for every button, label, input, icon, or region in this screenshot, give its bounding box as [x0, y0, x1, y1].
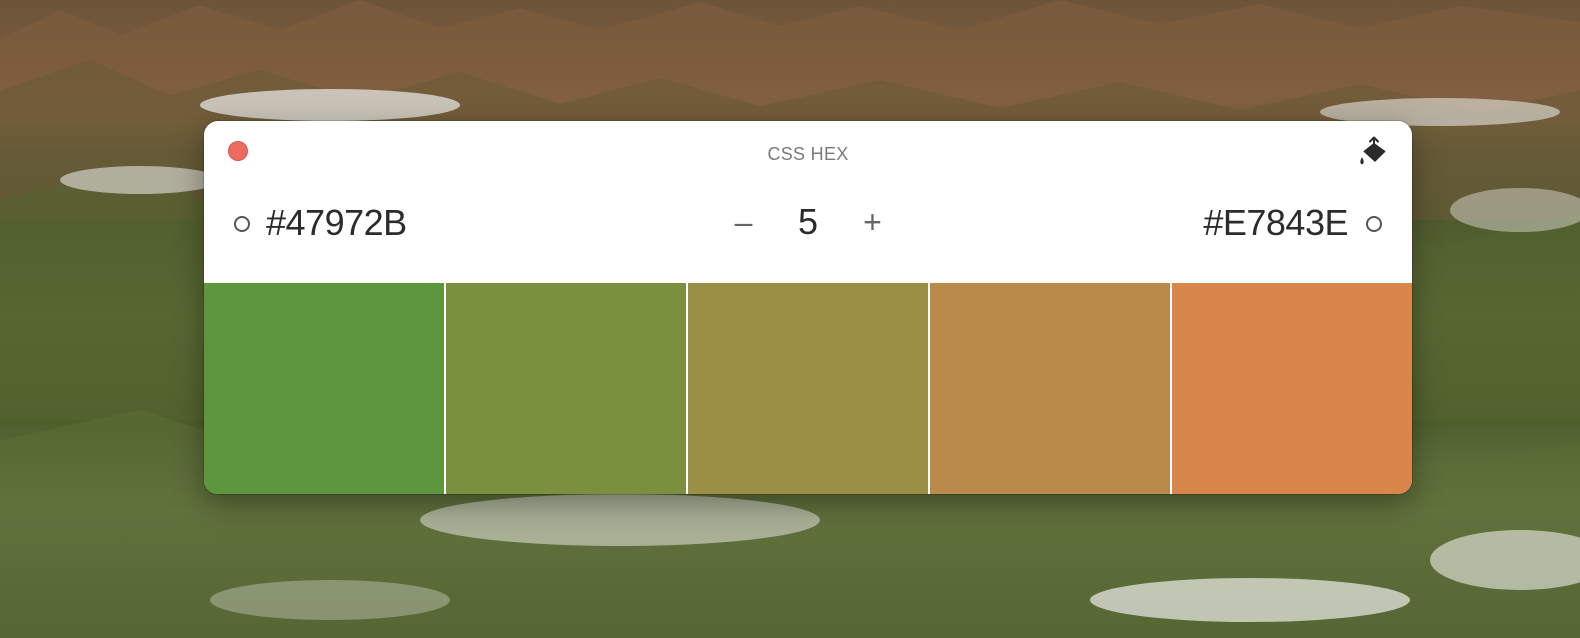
gradient-window: CSS HEX – 5 +	[204, 121, 1412, 494]
swatch-5[interactable]	[1170, 283, 1412, 494]
decrement-button[interactable]: –	[724, 202, 764, 242]
paint-bucket-icon[interactable]	[1356, 135, 1392, 171]
steps-value: 5	[797, 201, 819, 242]
gradient-swatches	[204, 283, 1412, 494]
color-controls-row: – 5 +	[204, 185, 1412, 275]
swatch-4[interactable]	[928, 283, 1170, 494]
window-title: CSS HEX	[767, 144, 849, 164]
end-color-hex-input[interactable]	[1114, 202, 1348, 244]
swatch-3[interactable]	[686, 283, 928, 494]
title-bar: CSS HEX	[204, 121, 1412, 185]
swatch-1[interactable]	[204, 283, 444, 494]
end-color-radio[interactable]	[1366, 216, 1382, 232]
increment-button[interactable]: +	[852, 202, 892, 242]
swatch-2[interactable]	[444, 283, 686, 494]
